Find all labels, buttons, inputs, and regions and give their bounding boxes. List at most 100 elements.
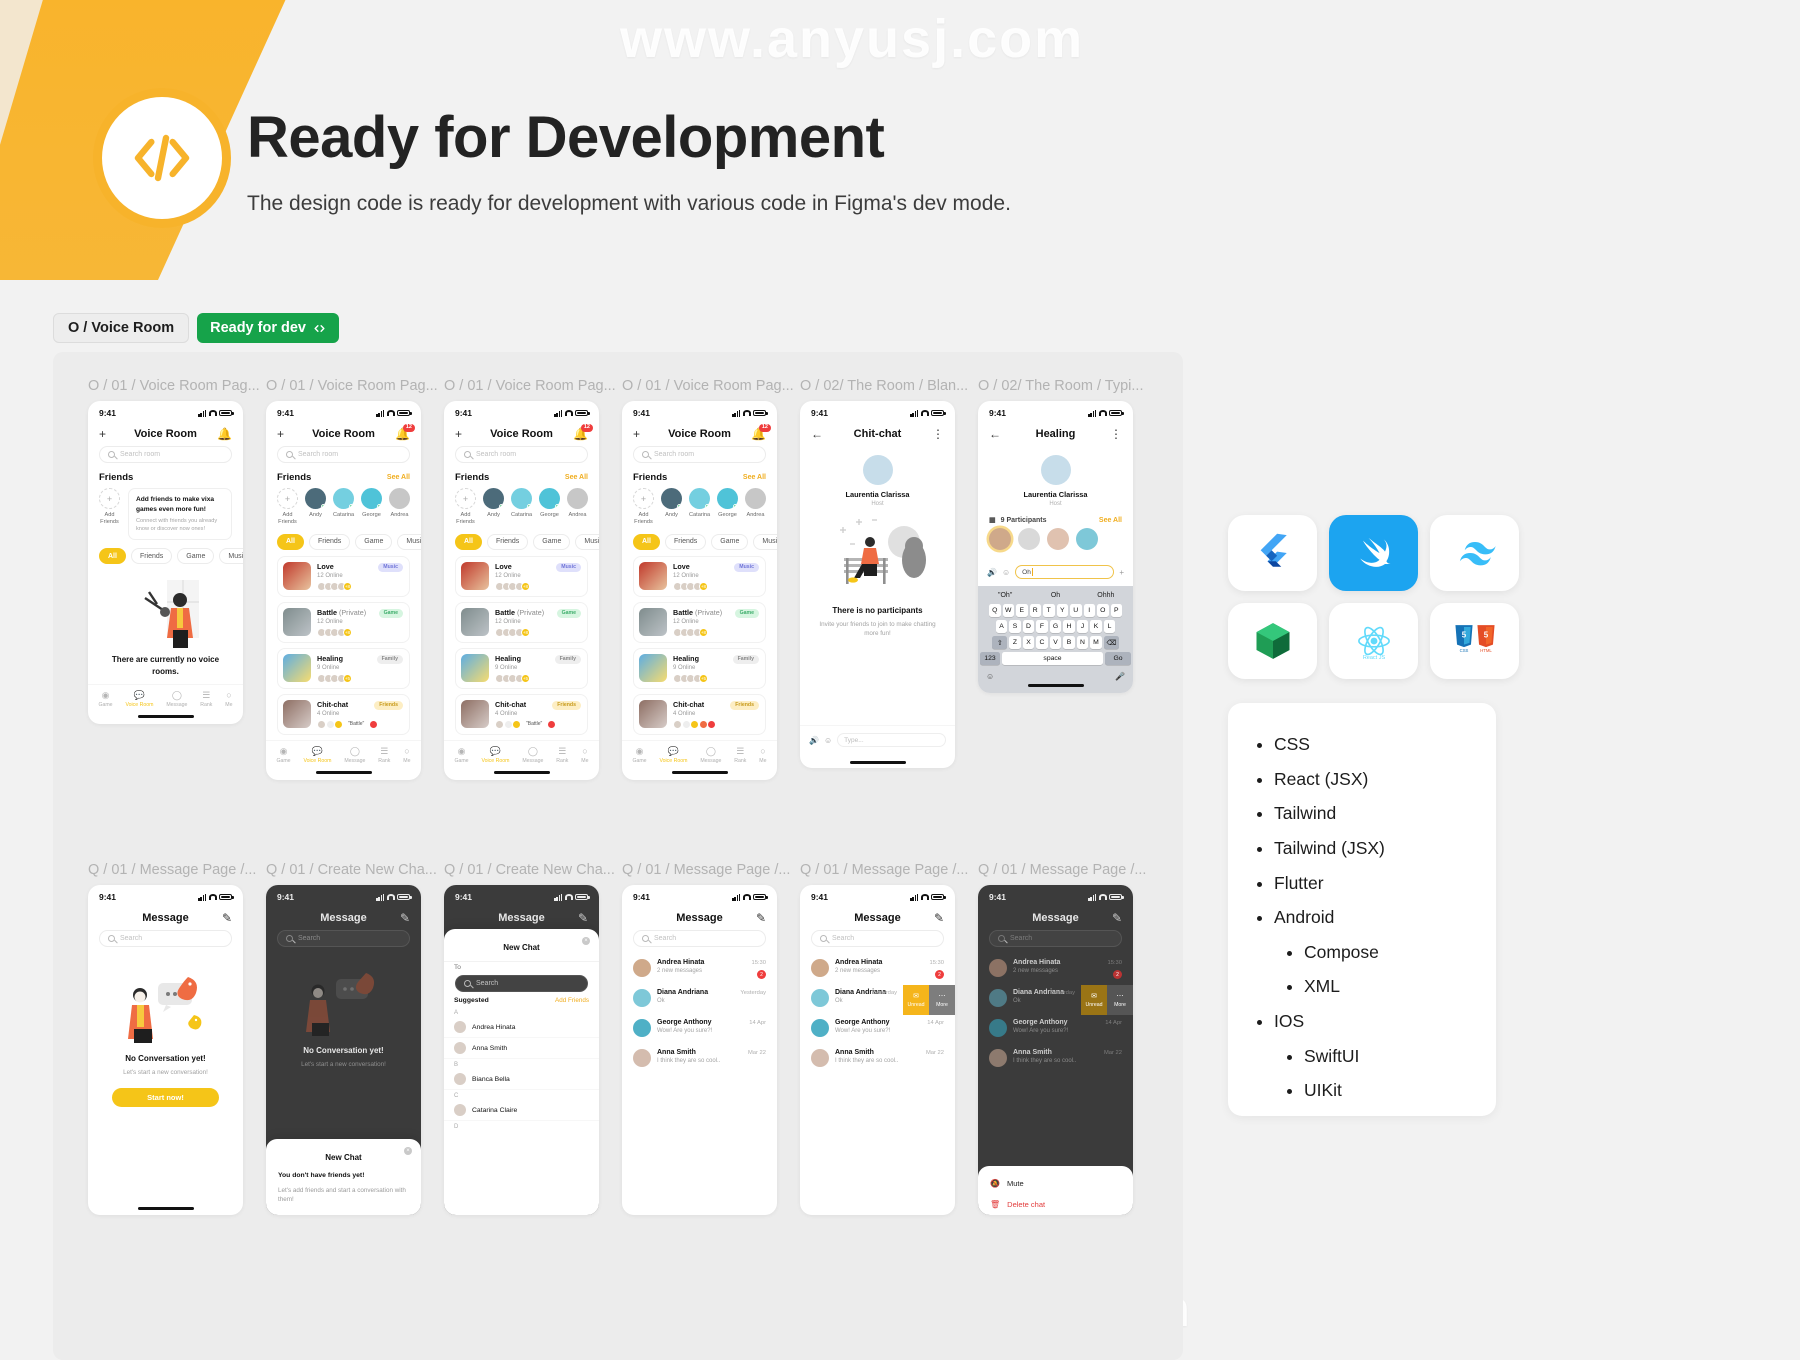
room-card[interactable]: Chit-chat 4 Online "Battle" Friends [277,693,410,735]
conversation-row[interactable]: Andrea Hinata 2 new messages 15:30 2 [978,953,1133,983]
chip-game[interactable]: Game [355,533,393,550]
chip-all[interactable]: All [277,533,304,550]
frame-room-blank[interactable]: O / 02/ The Room / Blan... 9:41 ← Chit-c… [800,378,968,768]
tab-me[interactable]: ○ Me [403,746,410,764]
frame-message-swipe[interactable]: Q / 01 / Message Page /... 9:41 + Messag… [800,862,968,1215]
key-w[interactable]: W [1002,604,1014,617]
prediction[interactable]: "Oh" [980,592,1030,599]
kebab-menu-icon[interactable]: ⋮ [1110,428,1122,440]
tab-game[interactable]: ◉ Game [276,746,290,764]
compose-icon[interactable]: ✎ [578,912,588,924]
tab-rank[interactable]: ☰ Rank [734,746,746,764]
key-l[interactable]: L [1103,620,1116,633]
key-t[interactable]: T [1043,604,1055,617]
plus-icon[interactable]: + [1119,568,1124,577]
see-all-link[interactable]: See All [743,474,766,481]
contact-row[interactable]: Bianca Bella [444,1069,599,1090]
key-k[interactable]: K [1090,620,1102,633]
tab-voice-room[interactable]: 💬 Voice Room [303,746,331,764]
frame-voice-room-list-1[interactable]: O / 01 / Voice Room Pag... 9:41 + Voice … [266,378,438,780]
frame-voice-room-list-2[interactable]: O / 01 / Voice Room Pag... 9:41 + Voice … [444,378,616,780]
chip-friends[interactable]: Friends [486,533,529,550]
key-h[interactable]: H [1063,620,1075,633]
search-input[interactable]: Search room [99,446,232,463]
backspace-icon[interactable]: ⌫ [1103,636,1119,649]
search-input[interactable]: Search [633,930,766,947]
swipe-more-action[interactable]: ⋯ More [1107,985,1133,1015]
search-input[interactable]: Search [989,930,1122,947]
shift-icon[interactable]: ⇧ [992,636,1008,649]
friend-item[interactable]: George [539,488,560,526]
room-card[interactable]: Healing 9 Online +5 Family [455,647,588,689]
search-input[interactable]: Search [99,930,232,947]
phone-mockup[interactable]: 9:41 + Voice Room 🔔 12 Search room Frien… [622,401,777,780]
search-input[interactable]: Search [811,930,944,947]
chip-all[interactable]: All [455,533,482,550]
tab-message[interactable]: ◯ Message [700,746,721,764]
plus-icon[interactable]: + [633,428,640,440]
phone-mockup[interactable]: 9:41 ← Chit-chat ⋮ Laurentia Clarissa Ho… [800,401,955,768]
room-card[interactable]: Love 12 Online +8 Music [633,555,766,597]
key-n[interactable]: N [1076,636,1089,649]
room-card[interactable]: Chit-chat 4 Online Friends [633,693,766,735]
key-u[interactable]: U [1070,604,1082,617]
friend-item[interactable]: Andy [661,488,682,526]
key-z[interactable]: Z [1009,636,1021,649]
key-q[interactable]: Q [989,604,1001,617]
friend-item[interactable]: Andrea [745,488,766,526]
key-d[interactable]: D [1022,620,1035,633]
conversation-row[interactable]: George Anthony Wow! Are you sure?! 14 Ap… [800,1013,955,1043]
key-s[interactable]: S [1009,620,1021,633]
friend-item[interactable]: Andrea [567,488,588,526]
emoji-icon[interactable]: ☺ [1002,568,1010,577]
frame-message-list[interactable]: Q / 01 / Message Page /... 9:41 + Messag… [622,862,790,1215]
emoji-icon[interactable]: ☺ [986,672,994,681]
add-friends-button[interactable]: + Add Friends [633,488,654,526]
key-x[interactable]: X [1022,636,1035,649]
speaker-icon[interactable]: 🔊 [987,568,997,577]
new-chat-sheet[interactable]: New Chat × To Search Suggested Add Frien… [444,929,599,1215]
virtual-keyboard[interactable]: "Oh" Oh Ohhh Q W E R T Y U I O P A S D F [978,586,1133,693]
tab-message[interactable]: ◯ Message [344,746,365,764]
close-icon[interactable]: × [404,1146,412,1155]
room-card[interactable]: Healing 9 Online +5 Family [277,647,410,689]
frame-voice-room-empty[interactable]: O / 01 / Voice Room Pag... 9:41 + Voice … [88,378,260,724]
contact-row[interactable]: Anna Smith [444,1038,599,1059]
frame-voice-room-list-3[interactable]: O / 01 / Voice Room Pag... 9:41 + Voice … [622,378,794,780]
tab-rank[interactable]: ☰ Rank [200,691,212,709]
plus-icon[interactable]: + [277,428,284,440]
room-card[interactable]: Healing 9 Online +5 Family [633,647,766,689]
phone-mockup[interactable]: 9:41 + Message ✎ Search [88,885,243,1215]
room-card[interactable]: Love 12 Online +8 Music [455,555,588,597]
key-a[interactable]: A [995,620,1008,633]
phone-mockup[interactable]: 9:41 + Message ✎ Search Andrea Hinata 2 … [978,885,1133,1215]
room-card[interactable]: Battle (Private) 12 Online +8 Game [633,601,766,643]
room-card[interactable]: Battle (Private) 12 Online +8 Game [277,601,410,643]
friend-item[interactable]: Andrea [389,488,410,526]
compose-icon[interactable]: ✎ [400,912,410,924]
phone-mockup[interactable]: 9:41 + Voice Room 🔔 12 Search room Frien… [266,401,421,780]
compose-icon[interactable]: ✎ [756,912,766,924]
conversation-row[interactable]: George Anthony Wow! Are you sure?! 14 Ap… [978,1013,1133,1043]
phone-mockup[interactable]: 9:41 + Message ✎ Search Andrea Hinata 2 … [800,885,955,1215]
key-y[interactable]: Y [1056,604,1068,617]
tab-message[interactable]: ◯ Message [522,746,543,764]
prediction[interactable]: Ohhh [1081,592,1131,599]
bell-icon[interactable]: 🔔 [217,428,232,440]
tab-rank[interactable]: ☰ Rank [556,746,568,764]
tab-voice-room[interactable]: 💬 Voice Room [481,746,509,764]
tab-me[interactable]: ○ Me [759,746,766,764]
space-key[interactable]: space [1002,652,1103,665]
tab-game[interactable]: ◉ Game [98,691,112,709]
conversation-row[interactable]: Anna Smith I think they are so cool.. Ma… [978,1043,1133,1073]
conversation-row[interactable]: Diana Andriana Ok Yesterday [622,983,777,1013]
phone-mockup[interactable]: 9:41 + Message ✎ New Chat × To Search Su… [444,885,599,1215]
room-card[interactable]: Chit-chat 4 Online "Battle" Friends [455,693,588,735]
tab-message[interactable]: ◯ Message [166,691,187,709]
phone-mockup[interactable]: 9:41 + Message ✎ Search [266,885,421,1215]
frame-message-context-menu[interactable]: Q / 01 / Message Page /... 9:41 + Messag… [978,862,1146,1215]
friend-item[interactable]: George [717,488,738,526]
see-all-link[interactable]: See All [387,474,410,481]
conversation-row[interactable]: Anna Smith I think they are so cool.. Ma… [622,1043,777,1073]
menu-item-delete-chat[interactable]: 🗑 Delete chat [978,1194,1133,1215]
